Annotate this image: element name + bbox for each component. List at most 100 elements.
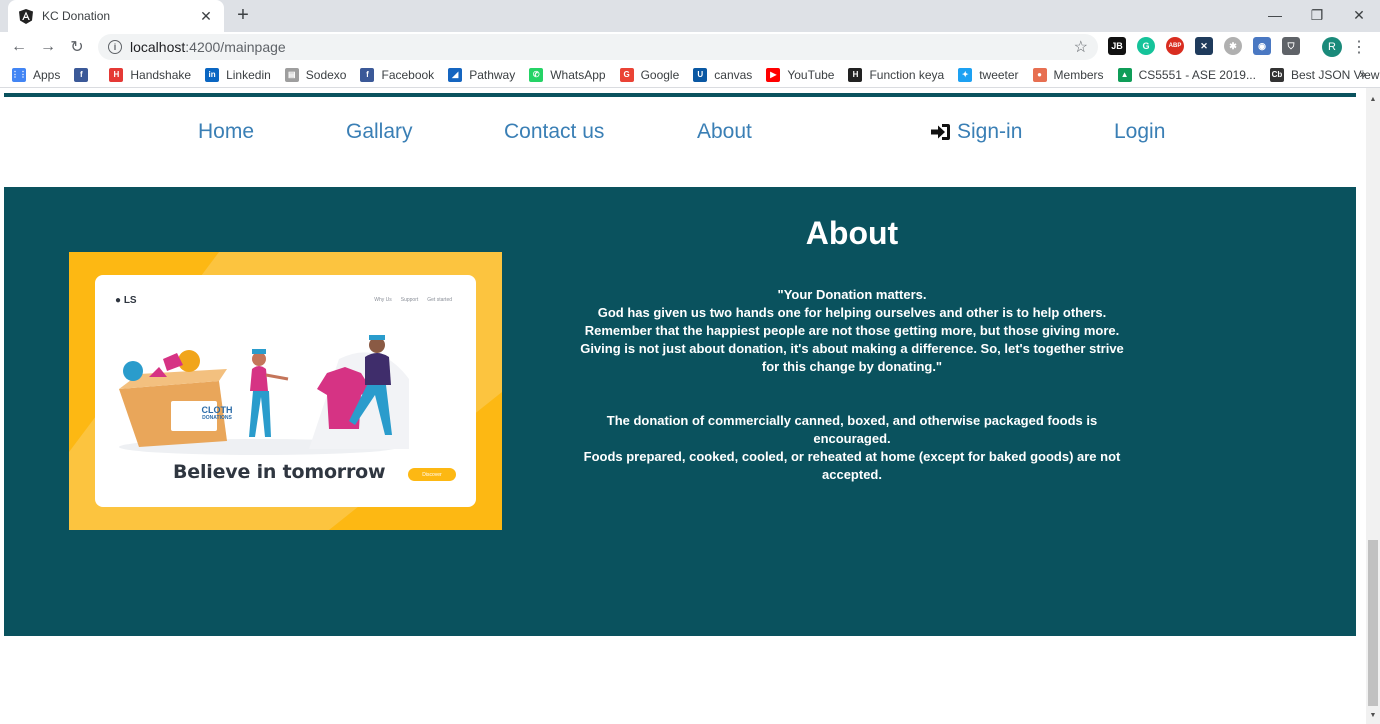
bookmark-label: tweeter <box>979 67 1019 82</box>
illustration-headline: Believe in tomorrow <box>173 461 386 483</box>
browser-tab[interactable]: KC Donation ✕ <box>8 0 224 32</box>
illustration-nav-item: Support <box>400 297 419 303</box>
quote-line: Giving is not just about donation, it's … <box>580 341 1124 374</box>
quote-line: "Your Donation matters. <box>777 287 927 302</box>
close-window-icon[interactable]: ✕ <box>1338 0 1380 30</box>
minimize-icon[interactable]: — <box>1254 0 1296 30</box>
bookmark-label: canvas <box>714 67 753 82</box>
nav-signin-label: Sign-in <box>957 120 1023 143</box>
illustration-logo: ● LS <box>115 295 137 306</box>
info-icon[interactable]: i <box>108 40 122 54</box>
bookmark-item[interactable]: H Handshake <box>109 67 192 82</box>
bookmark-item[interactable]: ▶ YouTube <box>766 67 835 82</box>
about-heading: About <box>805 215 899 251</box>
google-icon: G <box>619 67 634 82</box>
members-icon: ● <box>1032 67 1047 82</box>
extension-icons: JB G ABP ✕ ✱ ◉ ⛉ <box>1108 37 1311 55</box>
bookmark-label: Google <box>640 67 680 82</box>
bookmark-item[interactable]: ◢ Pathway <box>448 67 516 82</box>
bookmark-item[interactable]: f <box>74 67 95 82</box>
bookmark-label: YouTube <box>787 67 835 82</box>
scroll-up-arrow-icon[interactable]: ▲ <box>1366 92 1380 106</box>
cloth-donation-art <box>119 335 409 455</box>
bookmark-item[interactable]: ▤ Sodexo <box>284 67 347 82</box>
nav-about-link[interactable]: About <box>697 120 752 144</box>
nav-login-link[interactable]: Login <box>1114 120 1165 144</box>
pathway-icon: ◢ <box>448 67 463 82</box>
illustration-nav: Why Us Support Get started <box>365 297 452 303</box>
twitter-icon: ✦ <box>958 67 973 82</box>
bookmark-item[interactable]: Ucanvas <box>693 67 753 82</box>
nav-home-link[interactable]: Home <box>198 120 254 144</box>
sign-in-icon <box>931 124 950 140</box>
bookmark-item[interactable]: ▲ CS5551 - ASE 2019... <box>1117 67 1256 82</box>
bookmark-item[interactable]: ✆ WhatsApp <box>529 67 606 82</box>
bookmark-label: Apps <box>33 67 61 82</box>
url-text[interactable]: localhost:4200/mainpage <box>130 39 1074 55</box>
kebab-menu-icon[interactable]: ⋮ <box>1351 37 1367 57</box>
browser-toolbar: ← → ↻ i localhost:4200/mainpage ☆ JB G A… <box>0 32 1380 62</box>
facebook-icon: f <box>74 67 89 82</box>
bookmark-label: Function keya <box>869 67 945 82</box>
bookmark-label: CS5551 - ASE 2019... <box>1138 67 1256 82</box>
bookmark-label: Sodexo <box>305 67 347 82</box>
address-bar[interactable]: i localhost:4200/mainpage ☆ <box>98 34 1098 60</box>
back-arrow-icon[interactable]: ← <box>8 36 30 58</box>
htg-icon: H <box>848 67 863 82</box>
quote-line: God has given us two hands one for helpi… <box>597 305 1107 320</box>
whatsapp-icon: ✆ <box>529 67 544 82</box>
facebook-icon: f <box>360 67 375 82</box>
nav-gallary-link[interactable]: Gallary <box>346 120 413 144</box>
profile-avatar[interactable]: R <box>1322 37 1342 57</box>
grammarly-extension-icon[interactable]: G <box>1137 37 1155 55</box>
about-quote: "Your Donation matters. God has given us… <box>572 286 1132 376</box>
bookmark-item[interactable]: G Google <box>619 67 680 82</box>
adblock-extension-icon[interactable]: ABP <box>1166 37 1184 55</box>
bookmark-label: Facebook <box>381 67 435 82</box>
bookmark-item[interactable]: ✦ tweeter <box>958 67 1019 82</box>
tab-title: KC Donation <box>42 9 111 23</box>
food-policy: The donation of commercially canned, box… <box>572 412 1132 484</box>
gear-extension-icon[interactable]: ✱ <box>1224 37 1242 55</box>
forward-arrow-icon[interactable]: → <box>37 36 59 58</box>
bookmark-item[interactable]: ● Members <box>1032 67 1104 82</box>
new-tab-button[interactable]: + <box>232 4 254 26</box>
bookmarks-bar: ⋮⋮ Apps f H Handshake in Linkedin ▤ Sodexo f Faceb… <box>0 62 1380 88</box>
reload-icon[interactable]: ↻ <box>66 36 88 58</box>
nav-contact-link[interactable]: Contact us <box>504 120 604 144</box>
screenshot-extension-icon[interactable]: ✕ <box>1195 37 1213 55</box>
bookmark-item[interactable]: f Facebook <box>360 67 435 82</box>
camera-extension-icon[interactable]: ◉ <box>1253 37 1271 55</box>
about-section: ● LS Why Us Support Get started CLOTH DO… <box>4 187 1356 636</box>
bookmark-label: Best JSON Viewer a... <box>1290 67 1380 82</box>
bookmark-label: WhatsApp <box>550 67 606 82</box>
scroll-thumb[interactable] <box>1368 540 1378 706</box>
page-scrollbar[interactable]: ▲ ▼ <box>1366 88 1380 724</box>
youtube-icon: ▶ <box>766 67 781 82</box>
bookmarks-overflow-chevron[interactable]: » <box>1359 67 1366 81</box>
angular-icon <box>18 8 34 24</box>
cb-icon: Cb <box>1269 67 1284 82</box>
illustration-nav-item: Get started <box>427 297 452 303</box>
bookmark-label: Handshake <box>130 67 192 82</box>
shield-extension-icon[interactable]: ⛉ <box>1282 37 1300 55</box>
google-drive-icon: ▲ <box>1117 67 1132 82</box>
tab-strip: KC Donation ✕ + — ❐ ✕ <box>0 0 1380 32</box>
bookmark-label: Pathway <box>469 67 516 82</box>
apps-grid-icon: ⋮⋮ <box>11 67 27 82</box>
page-viewport: Home Gallary Contact us About Sign-in Lo… <box>0 88 1366 724</box>
bookmark-item[interactable]: H Function keya <box>848 67 945 82</box>
jetbrains-extension-icon[interactable]: JB <box>1108 37 1126 55</box>
tab-close-icon[interactable]: ✕ <box>198 8 214 24</box>
nav-signin-link[interactable]: Sign-in <box>931 120 1022 144</box>
bookmark-item[interactable]: ⋮⋮ Apps <box>11 67 61 82</box>
box-label: CLOTH DONATIONS <box>201 405 233 422</box>
quote-line: Remember that the happiest people are no… <box>584 323 1120 338</box>
restore-icon[interactable]: ❐ <box>1296 0 1338 30</box>
illustration-nav-item: Why Us <box>374 297 392 303</box>
bookmark-label: Members <box>1053 67 1104 82</box>
bookmark-star-icon[interactable]: ☆ <box>1074 37 1088 57</box>
donation-illustration: ● LS Why Us Support Get started CLOTH DO… <box>69 252 502 530</box>
scroll-down-arrow-icon[interactable]: ▼ <box>1366 708 1380 722</box>
bookmark-item[interactable]: in Linkedin <box>205 67 271 82</box>
